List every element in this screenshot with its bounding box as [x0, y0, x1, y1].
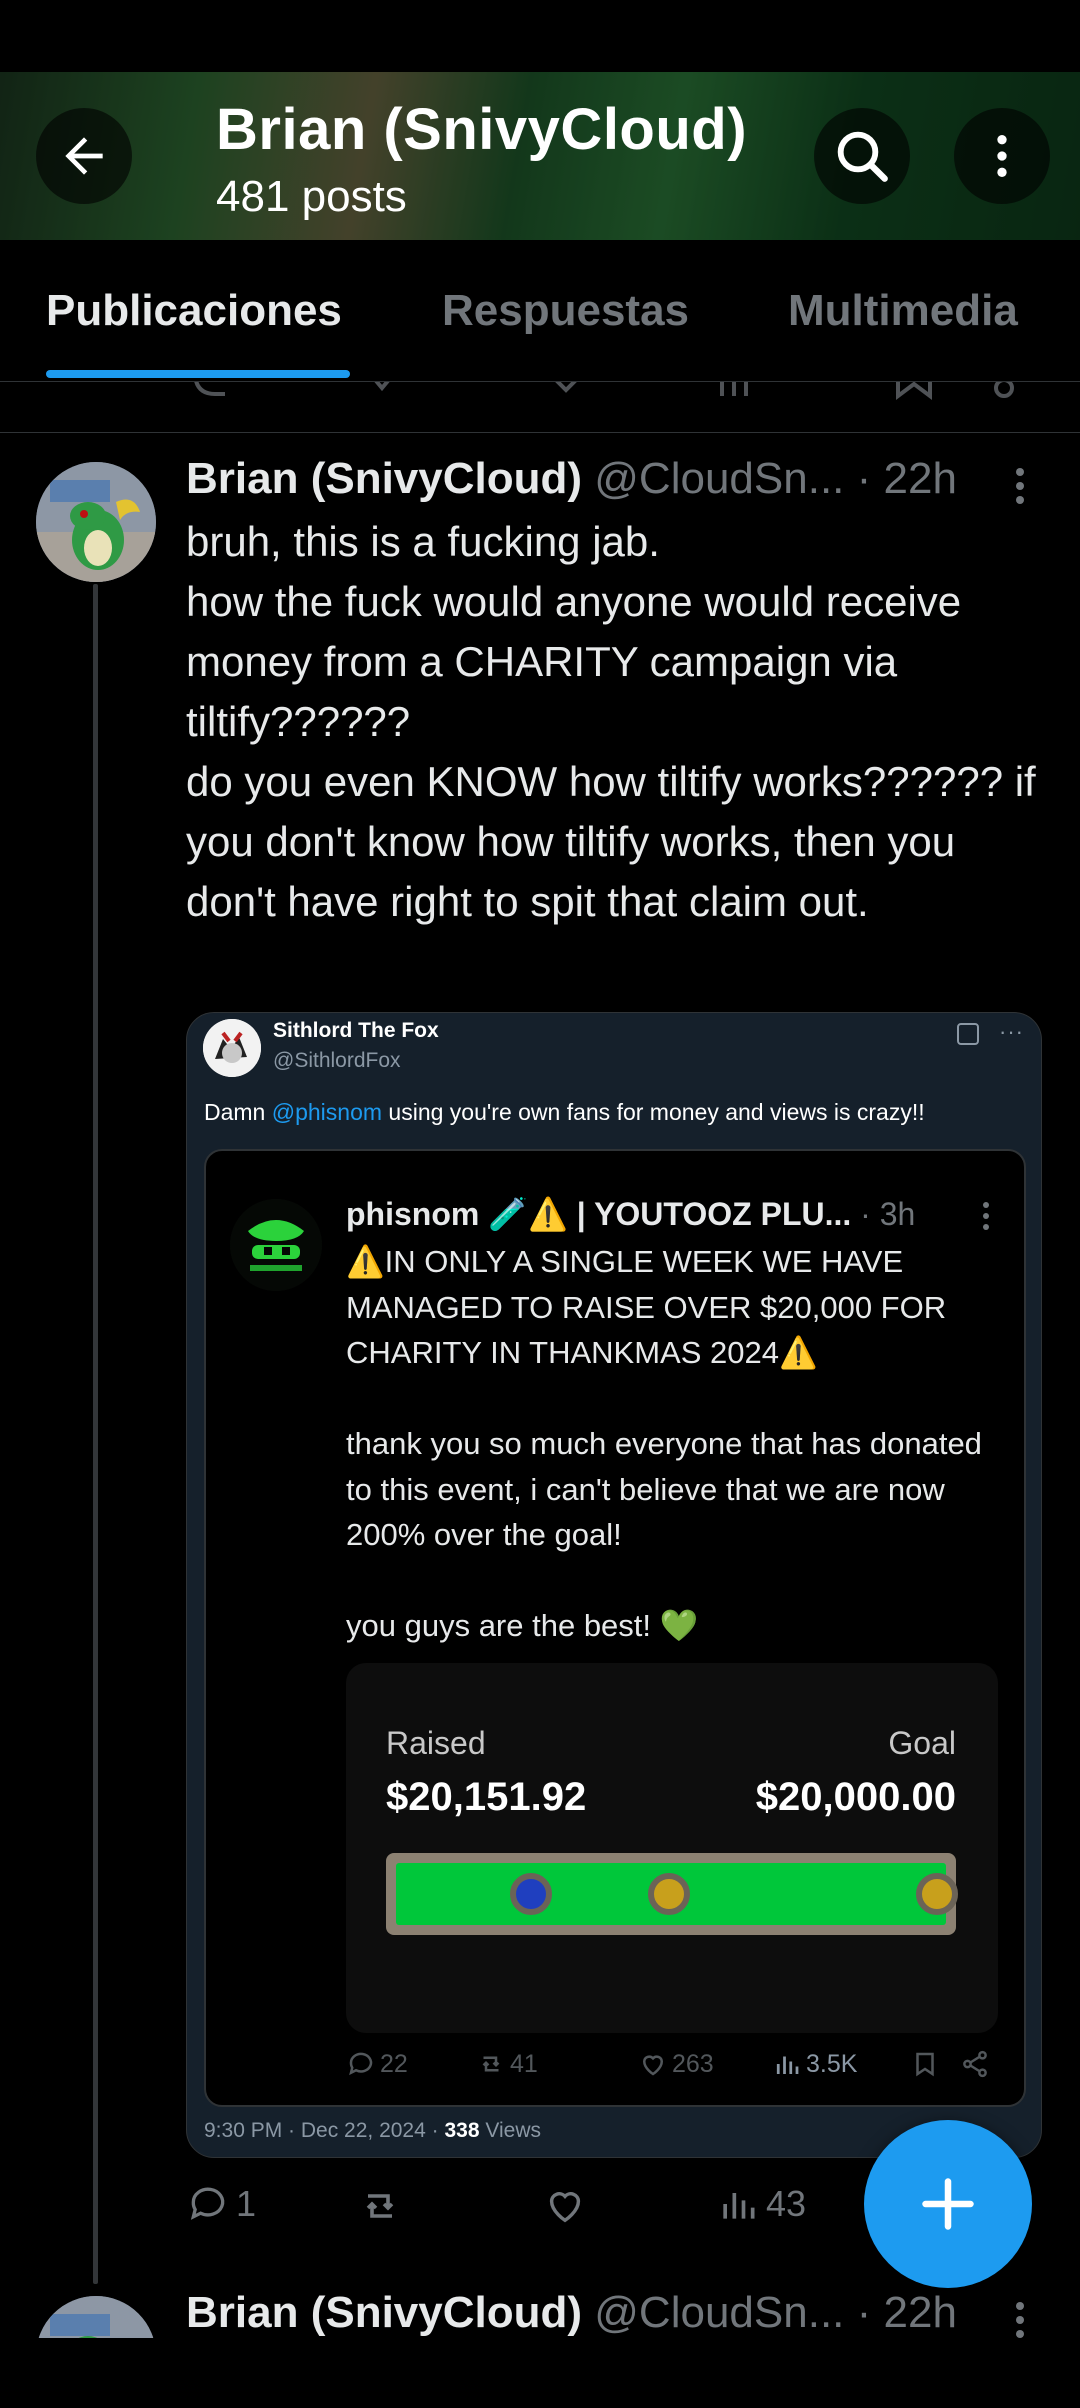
profile-tabs: Publicaciones Respuestas Multimedia — [0, 240, 1080, 382]
repost-button[interactable] — [356, 2182, 410, 2230]
inner-post-time: · 3h — [860, 1196, 916, 1232]
compose-button[interactable] — [864, 2120, 1032, 2288]
author-handle[interactable]: @CloudSn... — [594, 454, 844, 503]
goal-value: $20,000.00 — [755, 1775, 956, 1819]
quote-author-handle: @SithlordFox — [273, 1049, 401, 1072]
plus-icon — [922, 2178, 974, 2230]
next-author-handle[interactable]: @CloudSn... — [594, 2288, 844, 2337]
quote-text: Damn @phisnom using you're own fans for … — [204, 1099, 925, 1125]
inner-more-icon — [966, 1193, 1006, 1239]
repost-icon — [482, 2056, 500, 2072]
post-header: Brian (SnivyCloud) @CloudSn... · 22h — [186, 454, 957, 504]
like-icon — [549, 2192, 581, 2223]
inner-post-actions: 22 41 263 3.5K — [346, 2049, 1006, 2089]
inner-bookmark — [910, 2049, 940, 2079]
author-name[interactable]: Brian (SnivyCloud) — [186, 454, 582, 503]
inner-replies: 22 — [346, 2049, 408, 2079]
tab-multimedia[interactable]: Multimedia — [788, 286, 1018, 336]
views-icon — [776, 2056, 799, 2074]
post-image[interactable]: Sithlord The Fox @SithlordFox ··· Damn @… — [186, 1012, 1042, 2158]
more-horizontal-icon: ··· — [999, 1019, 1024, 1044]
post-more-button[interactable] — [1000, 456, 1040, 516]
goal-label: Goal — [888, 1725, 956, 1761]
inner-author-avatar — [230, 1199, 322, 1291]
repost-icon — [366, 2194, 394, 2218]
edit-icon — [957, 1023, 979, 1045]
next-post-more-button[interactable] — [1000, 2290, 1040, 2338]
quote-author-avatar — [203, 1019, 261, 1077]
profile-header: Brian (SnivyCloud) 481 posts — [0, 72, 1080, 240]
bottom-bar — [0, 2338, 1080, 2408]
views-count: 43 — [766, 2183, 807, 2224]
search-icon — [837, 131, 888, 182]
like-icon — [642, 2055, 664, 2076]
post-time: · 22h — [856, 454, 957, 503]
inner-post-text: ⚠️IN ONLY A SINGLE WEEK WE HAVE MANAGED … — [346, 1244, 982, 1643]
tab-respuestas[interactable]: Respuestas — [442, 286, 689, 336]
reply-count: 1 — [236, 2183, 257, 2224]
next-post[interactable]: Brian (SnivyCloud) @CloudSn... · 22h — [0, 2272, 1080, 2338]
raised-value: $20,151.92 — [386, 1775, 587, 1819]
milestone-marker — [916, 1873, 958, 1915]
next-author-avatar[interactable] — [36, 2296, 156, 2338]
tab-publicaciones[interactable]: Publicaciones — [46, 286, 342, 336]
status-bar — [0, 0, 1080, 72]
more-options-button[interactable] — [954, 108, 1050, 204]
more-vertical-icon — [997, 135, 1007, 177]
post-divider — [0, 432, 1080, 433]
raised-label: Raised — [386, 1725, 486, 1761]
tiltify-progress-card: Raised Goal $20,151.92 $20,000.00 — [346, 1663, 998, 2033]
reply-icon — [349, 2052, 373, 2076]
inner-share — [960, 2049, 990, 2079]
bookmark-icon — [916, 2052, 934, 2077]
views-icon — [723, 2193, 755, 2219]
next-author-name[interactable]: Brian (SnivyCloud) — [186, 2288, 582, 2337]
back-button[interactable] — [36, 108, 132, 204]
profile-title: Brian (SnivyCloud) — [216, 97, 748, 162]
search-button[interactable] — [814, 108, 910, 204]
embedded-screenshot: phisnom 🧪⚠️ | YOUTOOZ PLU... · 3h ⚠️IN O… — [204, 1149, 1026, 2107]
share-icon — [963, 2050, 987, 2078]
thread-line — [93, 584, 98, 2284]
milestone-marker — [510, 1873, 552, 1915]
quote-footer: 9:30 PM · Dec 22, 2024 · 338 Views — [204, 2119, 541, 2142]
active-tab-indicator — [46, 370, 350, 378]
progress-bar — [386, 1853, 958, 1935]
milestone-marker — [648, 1873, 690, 1915]
previous-post-actions — [0, 382, 1080, 404]
inner-views: 3.5K — [772, 2049, 857, 2079]
author-avatar[interactable] — [36, 462, 156, 582]
inner-reposts: 41 — [476, 2049, 538, 2079]
reply-icon — [190, 2187, 225, 2220]
post-text: bruh, this is a fucking jab. how the fuc… — [186, 518, 1036, 925]
next-post-header: Brian (SnivyCloud) @CloudSn... · 22h — [186, 2288, 957, 2338]
like-button[interactable] — [542, 2182, 594, 2228]
reply-button[interactable]: 1 — [186, 2182, 256, 2226]
next-post-time: · 22h — [856, 2288, 957, 2337]
views-button[interactable]: 43 — [716, 2182, 806, 2226]
back-arrow-icon — [65, 137, 103, 175]
inner-author-name: phisnom 🧪⚠️ | YOUTOOZ PLU... — [346, 1196, 852, 1232]
posts-count: 481 posts — [216, 172, 407, 221]
quote-author-name: Sithlord The Fox — [273, 1019, 439, 1042]
inner-likes: 263 — [638, 2049, 714, 2079]
inner-post-header: phisnom 🧪⚠️ | YOUTOOZ PLU... · 3h — [346, 1195, 915, 1233]
mention-link: @phisnom — [271, 1099, 383, 1125]
